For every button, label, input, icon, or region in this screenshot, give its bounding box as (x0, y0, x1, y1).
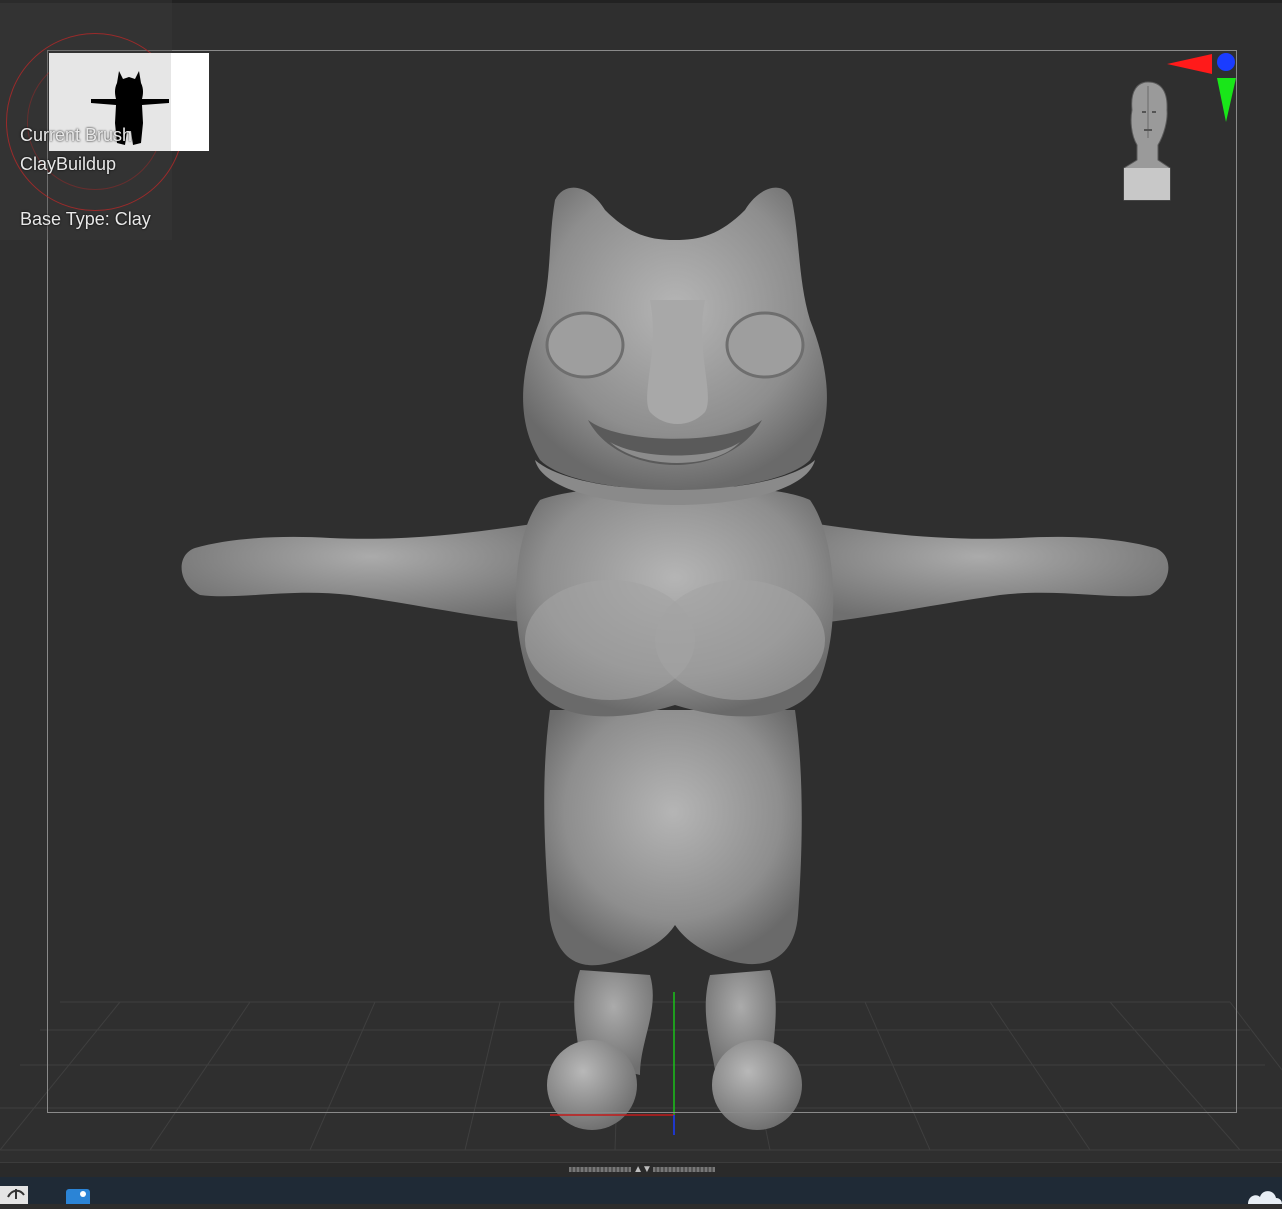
canvas-frame (47, 50, 1237, 1113)
app-icon[interactable] (0, 1183, 30, 1206)
image-app-icon[interactable] (64, 1183, 92, 1209)
splitter-grip-left (569, 1167, 632, 1172)
panel-splitter[interactable]: ▲▼ (562, 1165, 722, 1175)
axis-gizmo-icon[interactable] (1112, 50, 1240, 210)
splitter-grip-right (652, 1167, 715, 1172)
brush-base-type: Base Type: Clay (20, 209, 151, 229)
cloud-icon[interactable] (1244, 1183, 1282, 1204)
head-orientation-icon (1123, 81, 1171, 201)
current-brush-label: Current Brush (20, 125, 133, 145)
sculpt-viewport[interactable]: Current Brush ClayBuildup Base Type: Cla… (0, 0, 1282, 1162)
brush-name: ClayBuildup (20, 154, 117, 174)
taskbar (0, 1177, 1282, 1204)
viewport-top-border (0, 0, 1282, 3)
splitter-arrows-icon[interactable]: ▲▼ (633, 1165, 652, 1175)
